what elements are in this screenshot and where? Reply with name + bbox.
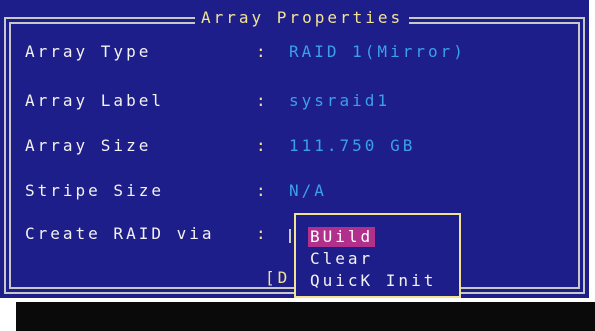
array-type-value: RAID 1(Mirror) [289, 42, 466, 61]
create-raid-via-label: Create RAID via [25, 224, 215, 243]
array-size-label: Array Size [25, 136, 152, 155]
create-raid-via-menu: BUild Clear QuicK Init [294, 213, 461, 298]
array-type-label: Array Type [25, 42, 152, 61]
stripe-size-value: N/A [289, 181, 327, 200]
array-label-value: sysraid1 [289, 91, 391, 110]
array-type-separator: : [256, 42, 269, 61]
menu-item-clear[interactable]: Clear [308, 249, 375, 269]
create-raid-via-field[interactable] [289, 229, 291, 243]
dialog-shadow [16, 302, 595, 331]
array-label-label: Array Label [25, 91, 164, 110]
menu-item-build[interactable]: BUild [308, 227, 376, 247]
array-size-value: 111.750 GB [289, 136, 416, 155]
array-properties-dialog: Array Properties Array Type : RAID 1(Mir… [0, 0, 589, 298]
stripe-size-separator: : [256, 181, 269, 200]
action-button-partial[interactable]: [D [265, 268, 290, 287]
menu-item-quick-init[interactable]: QuicK Init [308, 271, 438, 291]
create-raid-via-separator: : [256, 224, 269, 243]
array-size-separator: : [256, 136, 269, 155]
stripe-size-label: Stripe Size [25, 181, 164, 200]
array-label-separator: : [256, 91, 269, 110]
dialog-title: Array Properties [195, 8, 410, 28]
